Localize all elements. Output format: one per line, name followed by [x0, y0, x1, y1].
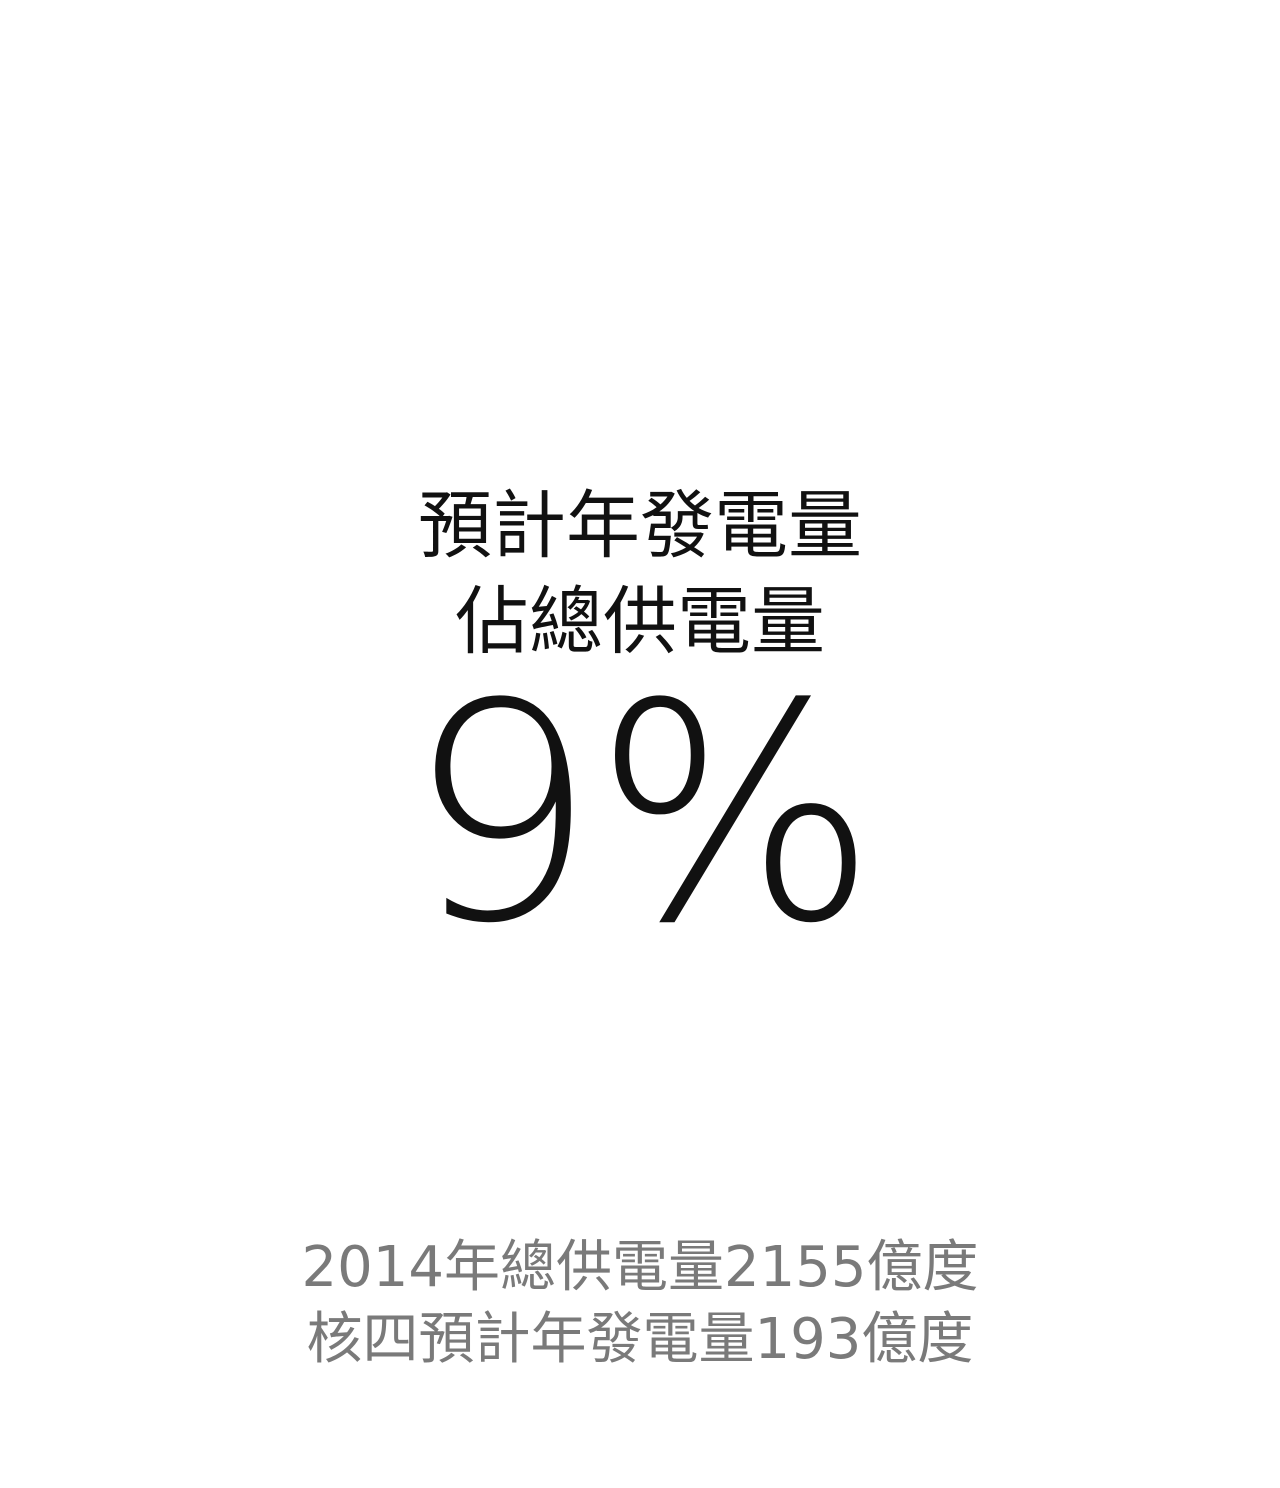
footnote-line-1: 2014年總供電量2155億度	[301, 1235, 979, 1300]
footnote-line-2: 核四預計年發電量193億度	[306, 1307, 974, 1372]
percentage-value: 9%	[406, 640, 878, 989]
footnote: 2014年總供電量2155億度 核四預計年發電量193億度	[0, 1232, 1280, 1376]
headline-line-1: 預計年發電量	[418, 483, 862, 569]
